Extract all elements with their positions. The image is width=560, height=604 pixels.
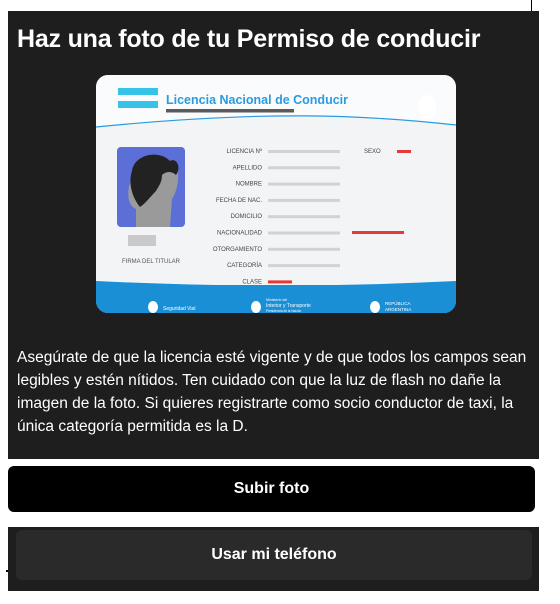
sex-label: SEXO: [364, 149, 381, 155]
card-field-label: NOMBRE: [236, 182, 262, 188]
card-fields: LICENCIA Nº APELLIDO NOMBRE FECHA DE NAC. DO…: [213, 148, 340, 285]
card-field-line: [268, 264, 340, 268]
footer-left-text: Seguridad Vial: [163, 306, 195, 312]
nationality-value-line: [352, 231, 404, 234]
card-field-label: APELLIDO: [233, 165, 263, 171]
license-card-graphic: Licencia Nacional de Conducir FIRMA DEL …: [96, 75, 456, 313]
footer-middle-sub: Presidencia de la Nación: [266, 309, 301, 313]
card-field-line: [268, 166, 340, 170]
instructions-panel: Haz una foto de tu Permiso de conducir L…: [8, 11, 539, 459]
card-field-label: CLASE: [242, 279, 262, 285]
card-hologram: [418, 95, 436, 119]
card-field-line: [268, 247, 340, 251]
secondary-button-container: Usar mi teléfono: [8, 527, 539, 591]
card-field-line: [268, 150, 340, 153]
republic-icon: [370, 301, 380, 313]
header-bar-top: [118, 88, 158, 95]
card-field-line: [268, 215, 340, 219]
sex-value-line: [397, 150, 411, 153]
license-card-illustration: Licencia Nacional de Conducir FIRMA DEL …: [96, 75, 456, 313]
signature-label: FIRMA DEL TITULAR: [122, 259, 181, 265]
footer-right-2: ARGENTINA: [385, 307, 411, 312]
instructions-text: Asegúrate de que la licencia esté vigent…: [17, 348, 527, 435]
header-bar-bottom: [118, 101, 158, 108]
signature-box: [128, 235, 156, 246]
footer-right-1: REPÚBLICA: [385, 300, 411, 306]
header-underline: [166, 109, 294, 113]
card-field-label: LICENCIA Nº: [226, 148, 262, 155]
seguridad-vial-icon: [148, 301, 158, 313]
card-field-line: [268, 231, 340, 235]
card-field-label: FECHA DE NAC.: [216, 198, 262, 204]
card-field-label: CATEGORÍA: [227, 262, 262, 269]
ministry-icon: [251, 301, 261, 313]
card-field-label: NACIONALIDAD: [217, 231, 263, 237]
card-field-line: [268, 198, 340, 202]
class-value-line: [268, 280, 292, 284]
corner-mark: [6, 570, 8, 572]
card-field-label: DOMICILIO: [231, 214, 263, 220]
use-my-phone-button[interactable]: Usar mi teléfono: [16, 530, 532, 580]
card-field-label: OTORGAMIENTO: [213, 247, 262, 253]
footer-middle-small: Ministerio del: [266, 298, 287, 302]
card-field-line: [268, 182, 340, 186]
upload-photo-button[interactable]: Subir foto: [8, 466, 535, 512]
page-title: Haz una foto de tu Permiso de conducir: [17, 25, 481, 53]
card-header-text: Licencia Nacional de Conducir: [166, 93, 348, 107]
